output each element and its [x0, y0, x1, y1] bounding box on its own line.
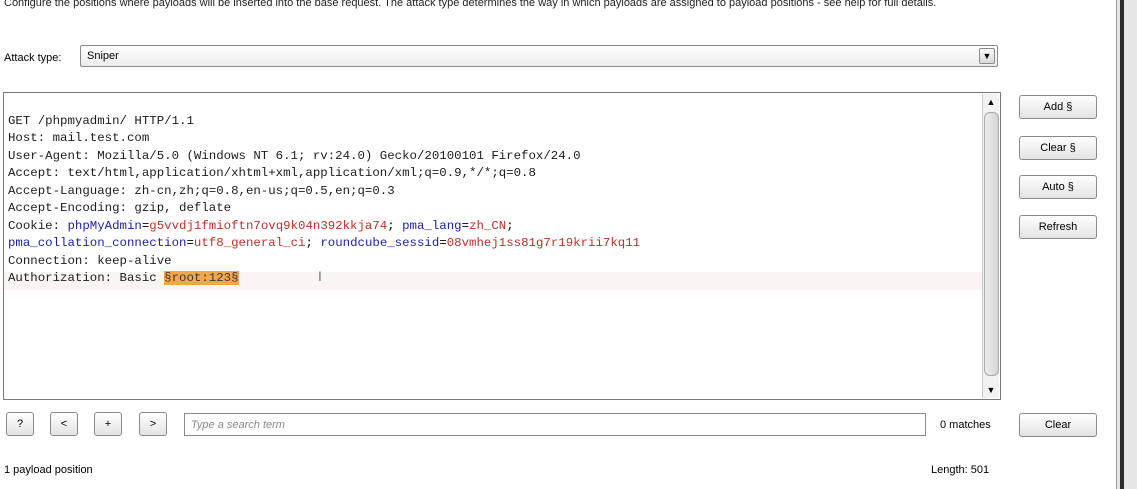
scroll-thumb[interactable]	[984, 112, 999, 376]
attack-type-select[interactable]: Sniper ▼	[80, 45, 998, 67]
auto-markers-button[interactable]: Auto §	[1019, 175, 1097, 199]
description-text: Configure the positions where payloads w…	[4, 0, 937, 9]
payload-marker[interactable]: §root:123§	[164, 271, 239, 285]
previous-match-button[interactable]: <	[50, 412, 78, 436]
attack-type-label: Attack type:	[4, 52, 62, 64]
cookie-value: utf8_general_ci	[193, 236, 306, 250]
dropdown-arrow-icon[interactable]: ▼	[979, 48, 995, 64]
clear-markers-button[interactable]: Clear §	[1019, 136, 1097, 160]
cookie-value: 08vmhej1ss81g7r19krii7kq11	[446, 236, 641, 250]
authorization-header-prefix: Authorization: Basic	[8, 271, 165, 285]
request-editor[interactable]: GET /phpmyadmin/ HTTP/1.1 Host: mail.tes…	[3, 92, 1001, 400]
request-length: Length: 501	[931, 464, 990, 476]
editor-scrollbar[interactable]: ▲ ▼	[982, 94, 999, 398]
payload-position-count: 1 payload position	[4, 464, 93, 476]
add-marker-button[interactable]: Add §	[1019, 95, 1097, 119]
accept-header: Accept: text/html,application/xhtml+xml,…	[8, 166, 536, 180]
attack-type-value: Sniper	[87, 50, 119, 62]
user-agent-header: User-Agent: Mozilla/5.0 (Windows NT 6.1;…	[8, 148, 581, 163]
scroll-up-icon[interactable]: ▲	[983, 94, 999, 110]
cookie-value: zh_CN	[469, 218, 507, 233]
match-count: 0 matches	[940, 419, 991, 431]
accept-encoding-header: Accept-Encoding: gzip, deflate	[8, 201, 232, 215]
clear-search-button[interactable]: Clear	[1019, 413, 1097, 437]
search-input[interactable]	[184, 413, 926, 436]
outer-scrollbar[interactable]	[1116, 0, 1137, 489]
cookie-value: g5vvdj1fmioftn7ovq9k04n392kkja74	[149, 218, 388, 233]
host-header: Host: mail.test.com	[8, 131, 150, 145]
cookie-name: pma_collation_connection	[8, 236, 187, 250]
search-options-button[interactable]: +	[94, 412, 122, 436]
scroll-down-icon[interactable]: ▼	[983, 382, 999, 398]
cookie-header-prefix: Cookie:	[8, 218, 68, 233]
accept-language-header: Accept-Language: zh-cn,zh;q=0.8,en-us;q=…	[8, 183, 395, 198]
request-line: GET /phpmyadmin/ HTTP/1.1	[8, 113, 194, 128]
refresh-button[interactable]: Refresh	[1019, 215, 1097, 239]
connection-header: Connection: keep-alive	[8, 253, 172, 268]
cookie-name: roundcube_sessid	[320, 236, 440, 250]
help-button[interactable]: ?	[6, 412, 34, 436]
next-match-button[interactable]: >	[139, 412, 167, 436]
text-cursor-icon: Ⅰ	[318, 270, 322, 285]
cookie-name: pma_lang	[402, 218, 462, 233]
cookie-name: phpMyAdmin	[67, 218, 142, 233]
